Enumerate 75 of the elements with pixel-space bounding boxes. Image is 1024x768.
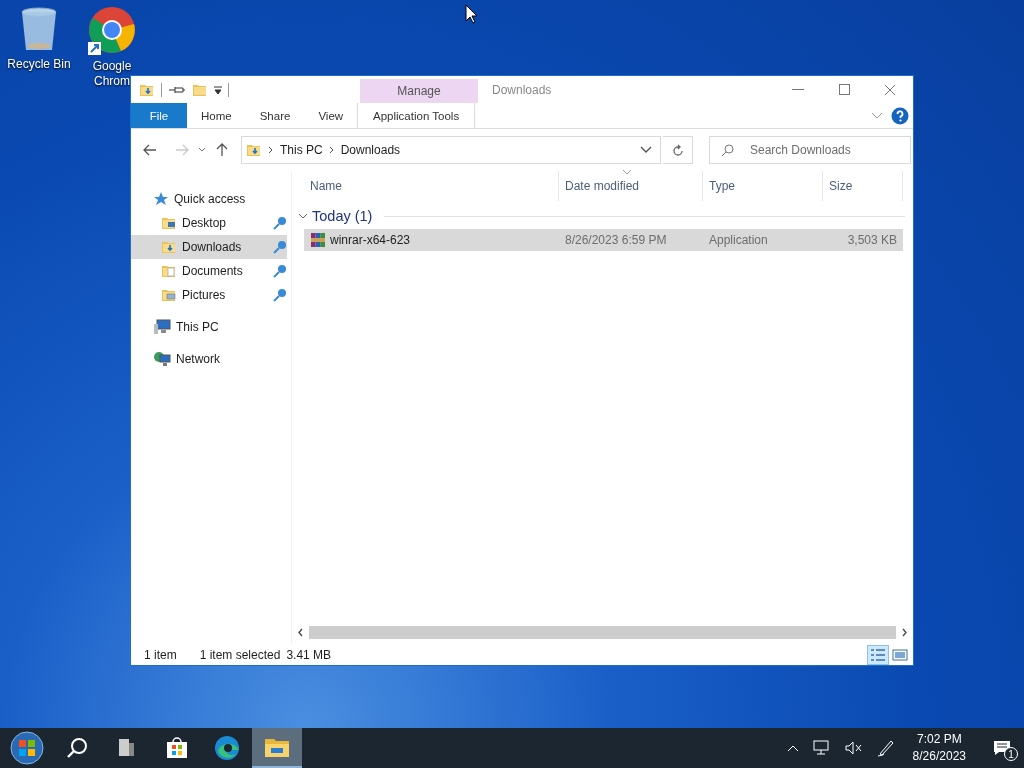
file-name: winrar-x64-623 — [330, 233, 411, 247]
nav-item[interactable]: Downloads — [131, 235, 287, 259]
pen-icon — [876, 739, 895, 757]
expand-ribbon-icon[interactable] — [871, 111, 883, 120]
muted-speaker-icon — [844, 741, 863, 755]
window-title: Downloads — [492, 82, 553, 97]
desktop-folder-icon — [161, 215, 177, 231]
folder-icon — [264, 736, 290, 758]
computer-icon — [153, 319, 171, 335]
browser-shortcut-icon[interactable] — [87, 6, 137, 56]
breadcrumb[interactable]: Downloads — [340, 143, 401, 157]
nav-item[interactable]: Quick access — [131, 187, 287, 211]
scrollbar-thumb[interactable] — [309, 626, 896, 639]
selection-status: 1 item selected — [199, 647, 281, 662]
start-orb-icon — [10, 731, 44, 765]
search-field[interactable]: Search Downloads — [709, 136, 911, 164]
chevron-icon — [328, 146, 335, 154]
item-count: 1 item — [144, 647, 177, 662]
nav-item[interactable]: Documents — [131, 259, 287, 283]
downloads-folder-icon — [161, 239, 177, 255]
search-icon — [65, 736, 89, 760]
column-header[interactable]: Type — [709, 179, 735, 193]
nav-item[interactable]: Pictures — [131, 283, 287, 307]
large-icons-view-icon — [892, 647, 908, 662]
desktop-icon-label[interactable]: Google Chrom — [92, 59, 132, 89]
edge-browser-icon — [214, 735, 240, 761]
table-cell-text: 3,503 KB — [846, 233, 898, 247]
pictures-folder-icon — [161, 287, 177, 303]
monitor-icon — [812, 740, 831, 756]
close-icon — [884, 83, 896, 96]
nav-item[interactable]: Desktop — [131, 211, 287, 235]
nav-item[interactable]: This PC — [131, 315, 287, 339]
search-icon — [721, 144, 734, 157]
maximize-icon — [838, 84, 850, 95]
forward-arrow-icon — [175, 144, 189, 156]
refresh-button[interactable] — [663, 136, 693, 164]
column-header[interactable]: Size — [829, 179, 853, 193]
notification-count: 1 — [1004, 747, 1018, 761]
documents-folder-icon — [161, 263, 177, 279]
downloads-folder-icon — [246, 142, 262, 158]
selection-size: 3.41 MB — [286, 647, 332, 662]
up-arrow-icon — [216, 143, 228, 157]
star-icon — [153, 191, 169, 207]
store-icon — [165, 736, 189, 760]
column-header[interactable]: Date modified — [565, 179, 640, 193]
chevron-icon — [268, 146, 274, 154]
notification-button[interactable]: 1 — [980, 728, 1024, 768]
ribbon-tab[interactable]: Application Tools — [357, 103, 476, 128]
archive-app-icon — [310, 232, 326, 248]
minimize-icon — [792, 88, 804, 91]
breadcrumb[interactable]: This PC — [280, 143, 323, 157]
help-icon[interactable] — [891, 106, 909, 125]
nav-item[interactable]: Network — [131, 347, 287, 371]
chevron-down-icon — [198, 147, 206, 153]
collapse-chevron-icon[interactable] — [298, 212, 308, 220]
address-bar[interactable]: This PC Downloads — [241, 136, 661, 164]
desktop-icon-label[interactable]: Recycle Bin — [7, 57, 71, 72]
chevron-up-icon — [786, 744, 799, 752]
file-row[interactable]: winrar-x64-623 8/26/2023 6:59 PM Application 3,503 KB — [304, 229, 903, 251]
refresh-icon — [671, 143, 684, 157]
network-icon — [153, 351, 171, 367]
column-header[interactable]: Name — [310, 179, 342, 193]
dropdown-icon[interactable] — [214, 84, 222, 95]
context-tab-group: Manage — [360, 79, 478, 103]
details-view-icon — [870, 647, 886, 662]
group-header[interactable]: Today (1) — [312, 208, 373, 224]
mouse-cursor-icon — [465, 4, 477, 24]
table-cell-text: Application — [708, 233, 769, 247]
clock[interactable]: 7:02 PM 8/26/2023 — [904, 731, 974, 765]
ribbon-tab[interactable]: File — [131, 103, 187, 128]
view-toggle-button[interactable] — [867, 644, 889, 665]
back-arrow-icon — [143, 144, 157, 156]
dropdown-icon[interactable] — [640, 146, 652, 154]
pin-icon[interactable] — [168, 84, 186, 95]
table-cell-text: 8/26/2023 6:59 PM — [564, 233, 668, 247]
